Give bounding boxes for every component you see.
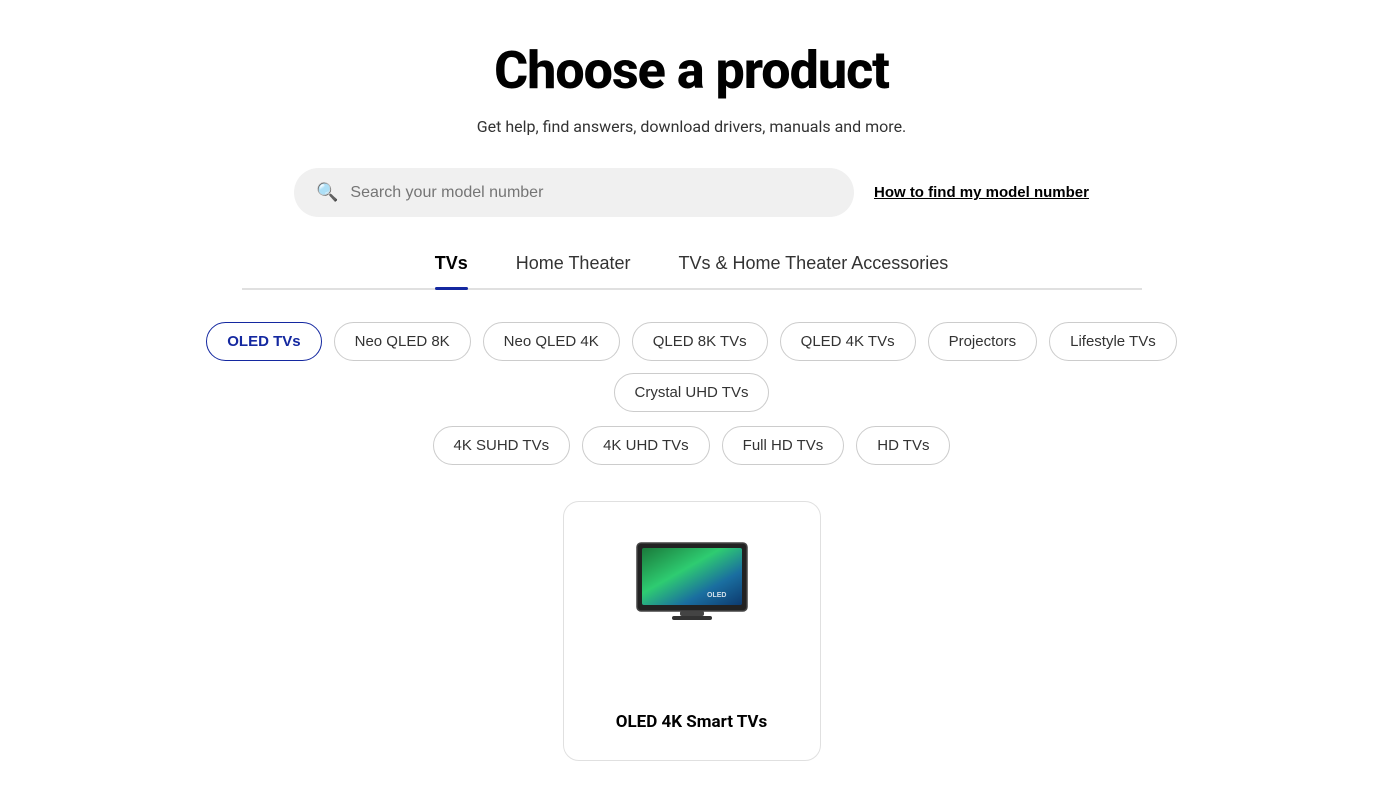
- filters-row-2: 4K SUHD TVs 4K UHD TVs Full HD TVs HD TVs: [433, 426, 951, 465]
- tab-accessories[interactable]: TVs & Home Theater Accessories: [678, 253, 948, 288]
- search-row: 🔍 How to find my model number: [257, 168, 1127, 217]
- filters-row-1: OLED TVs Neo QLED 8K Neo QLED 4K QLED 8K TV…: [142, 322, 1242, 412]
- tab-tvs[interactable]: TVs: [435, 253, 468, 288]
- filter-crystal-uhd[interactable]: Crystal UHD TVs: [614, 373, 770, 412]
- filter-qled-8k[interactable]: QLED 8K TVs: [632, 322, 768, 361]
- filter-hd-tvs[interactable]: HD TVs: [856, 426, 950, 465]
- product-label-oled-4k-smart: OLED 4K Smart TVs: [616, 712, 768, 732]
- filter-projectors[interactable]: Projectors: [928, 322, 1038, 361]
- filter-neo-qled-4k[interactable]: Neo QLED 4K: [483, 322, 620, 361]
- product-grid: OLED OLED 4K Smart TVs: [563, 501, 821, 761]
- filter-oled-tvs[interactable]: OLED TVs: [206, 322, 321, 361]
- page-title: Choose a product: [494, 40, 889, 101]
- filter-qled-4k[interactable]: QLED 4K TVs: [780, 322, 916, 361]
- filter-4k-uhd[interactable]: 4K UHD TVs: [582, 426, 710, 465]
- search-box: 🔍: [294, 168, 854, 217]
- filter-neo-qled-8k[interactable]: Neo QLED 8K: [334, 322, 471, 361]
- filter-lifestyle-tvs[interactable]: Lifestyle TVs: [1049, 322, 1177, 361]
- search-input[interactable]: [350, 184, 832, 202]
- svg-text:OLED: OLED: [707, 592, 726, 599]
- filter-4k-suhd[interactable]: 4K SUHD TVs: [433, 426, 571, 465]
- find-model-number-link[interactable]: How to find my model number: [874, 184, 1089, 201]
- filter-full-hd[interactable]: Full HD TVs: [722, 426, 845, 465]
- product-card-oled-4k-smart[interactable]: OLED OLED 4K Smart TVs: [563, 501, 821, 761]
- product-image-oled-4k-smart: OLED: [627, 530, 757, 630]
- page-subtitle: Get help, find answers, download drivers…: [477, 117, 907, 136]
- tabs-row: TVs Home Theater TVs & Home Theater Access…: [242, 253, 1142, 290]
- search-icon: 🔍: [316, 182, 338, 203]
- tab-home-theater[interactable]: Home Theater: [516, 253, 631, 288]
